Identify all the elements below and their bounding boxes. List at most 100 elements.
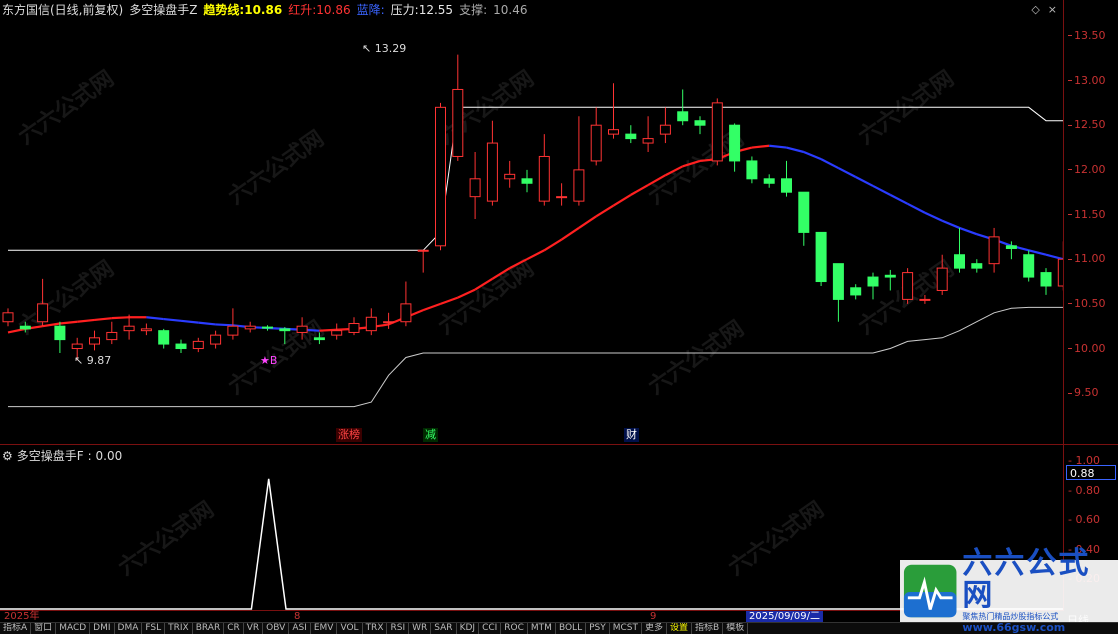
candle[interactable] <box>383 312 395 329</box>
event-tag-finance[interactable]: 财 <box>624 428 639 442</box>
candle[interactable] <box>781 160 792 197</box>
candle[interactable] <box>54 321 66 353</box>
candle[interactable] <box>988 227 1000 273</box>
candle[interactable] <box>867 272 879 300</box>
indicator-tab[interactable]: 设置 <box>667 623 693 634</box>
candle[interactable] <box>815 231 827 286</box>
brand-url[interactable]: www.66gsw.com <box>962 622 1118 634</box>
candlestick-chart[interactable] <box>0 0 1063 444</box>
indicator-tab[interactable]: MACD <box>56 623 91 634</box>
indicator-tab[interactable]: CR <box>224 623 244 634</box>
indicator-name[interactable]: 多空操盘手Z <box>129 2 197 18</box>
candle[interactable] <box>798 191 810 246</box>
indicator-tab[interactable]: EMV <box>311 623 338 634</box>
candle[interactable] <box>365 308 377 336</box>
candle[interactable] <box>556 183 568 206</box>
candle[interactable] <box>694 116 706 135</box>
indicator-tab[interactable]: KDJ <box>457 623 480 634</box>
indicator-tab[interactable]: MCST <box>610 623 642 634</box>
candle[interactable] <box>729 123 741 172</box>
candle[interactable] <box>19 321 31 333</box>
candle[interactable] <box>746 156 758 184</box>
indicator-tab[interactable]: VOL <box>337 623 363 634</box>
candle[interactable] <box>850 284 862 300</box>
indicator-tab[interactable]: OBV <box>263 623 290 634</box>
indicator-tab[interactable]: WR <box>409 623 432 634</box>
candle[interactable] <box>106 321 118 345</box>
indicator-tab[interactable]: 指标A <box>0 623 32 634</box>
event-tag-limitup[interactable]: 涨榜 <box>336 428 362 442</box>
indicator-tabs[interactable]: 指标A 窗口 MACD DMI DMA FSL TRIX BRAR CR VR OBV ASI EMV V… <box>0 622 1118 634</box>
indicator-tab[interactable]: CCI <box>479 623 502 634</box>
diamond-icon[interactable]: ◇ <box>1031 3 1039 16</box>
settings-gear-icon[interactable]: ⚙ <box>2 449 13 463</box>
candle[interactable] <box>469 152 481 219</box>
candle[interactable] <box>417 249 429 273</box>
indicator-tab[interactable]: DMI <box>90 623 115 634</box>
candle[interactable] <box>279 327 291 345</box>
candle[interactable] <box>971 259 983 273</box>
candle[interactable] <box>1023 250 1035 282</box>
indicator-tab[interactable]: SAR <box>431 623 457 634</box>
indicator-tab[interactable]: FSL <box>142 623 166 634</box>
indicator-tab[interactable]: MTM <box>528 623 556 634</box>
candle[interactable] <box>936 254 948 295</box>
candle[interactable] <box>348 317 360 336</box>
indicator-tab[interactable]: 窗口 <box>31 623 57 634</box>
candle[interactable] <box>521 169 533 193</box>
candle[interactable] <box>210 330 222 349</box>
indicator-tab[interactable]: DMA <box>115 623 143 634</box>
indicator-tab[interactable]: VR <box>244 623 264 634</box>
candle[interactable] <box>140 323 152 336</box>
indicator-tab[interactable]: BRAR <box>193 623 225 634</box>
candle[interactable] <box>331 323 343 340</box>
close-icon[interactable]: × <box>1048 3 1057 16</box>
candle[interactable] <box>884 269 896 291</box>
indicator-tab[interactable]: ASI <box>289 623 311 634</box>
candle[interactable] <box>400 281 412 327</box>
indicator-tab[interactable]: TRX <box>363 623 388 634</box>
candle[interactable] <box>2 308 14 327</box>
indicator-tab[interactable]: 指标B <box>692 623 724 634</box>
candle[interactable] <box>954 227 965 273</box>
candle[interactable] <box>435 102 446 251</box>
candle[interactable] <box>296 317 308 340</box>
main-chart-panel[interactable]: 六六公式网 六六公式网 六六公式网 六六公式网 六六公式网 六六公式网 六六公式网 六六公式网… <box>0 0 1063 444</box>
sub-indicator-name[interactable]: 多空操盘手F <box>17 447 84 464</box>
candle[interactable] <box>227 308 239 340</box>
candle[interactable] <box>902 268 914 304</box>
indicator-tab[interactable]: 模板 <box>723 623 749 634</box>
indicator-tab[interactable]: ROC <box>501 623 528 634</box>
candle[interactable] <box>1040 268 1052 295</box>
indicator-tab[interactable]: 更多 <box>642 623 668 634</box>
candle[interactable] <box>625 125 637 144</box>
candle[interactable] <box>486 120 498 206</box>
candle[interactable] <box>573 116 585 206</box>
candle[interactable] <box>262 325 273 331</box>
candle[interactable] <box>832 263 844 322</box>
candle[interactable] <box>642 116 654 152</box>
indicator-tab[interactable]: PSY <box>586 623 610 634</box>
candle[interactable] <box>763 174 775 188</box>
candle[interactable] <box>919 294 931 304</box>
indicator-tab[interactable]: BOLL <box>556 623 587 634</box>
candle[interactable] <box>37 278 49 327</box>
price-axis[interactable]: 13.50 13.00 12.50 12.00 11.50 11.00 10.50 10.00… <box>1063 0 1118 444</box>
candle[interactable] <box>89 330 100 351</box>
candle[interactable] <box>504 160 516 188</box>
event-tag-reduce[interactable]: 减 <box>423 428 438 442</box>
indicator-tab[interactable]: RSI <box>387 623 410 634</box>
candle[interactable] <box>659 107 671 144</box>
candle[interactable] <box>608 83 619 139</box>
candle[interactable] <box>590 107 602 166</box>
candle[interactable] <box>244 321 256 333</box>
candle[interactable] <box>175 339 187 353</box>
stock-label[interactable]: 东方国信(日线,前复权) <box>2 2 123 18</box>
indicator-tab[interactable]: TRIX <box>165 623 193 634</box>
candle[interactable] <box>192 337 204 353</box>
candle[interactable] <box>711 98 723 166</box>
candle[interactable] <box>158 328 170 349</box>
candle[interactable] <box>538 134 550 206</box>
candle[interactable] <box>452 54 464 161</box>
candle[interactable] <box>313 332 325 345</box>
